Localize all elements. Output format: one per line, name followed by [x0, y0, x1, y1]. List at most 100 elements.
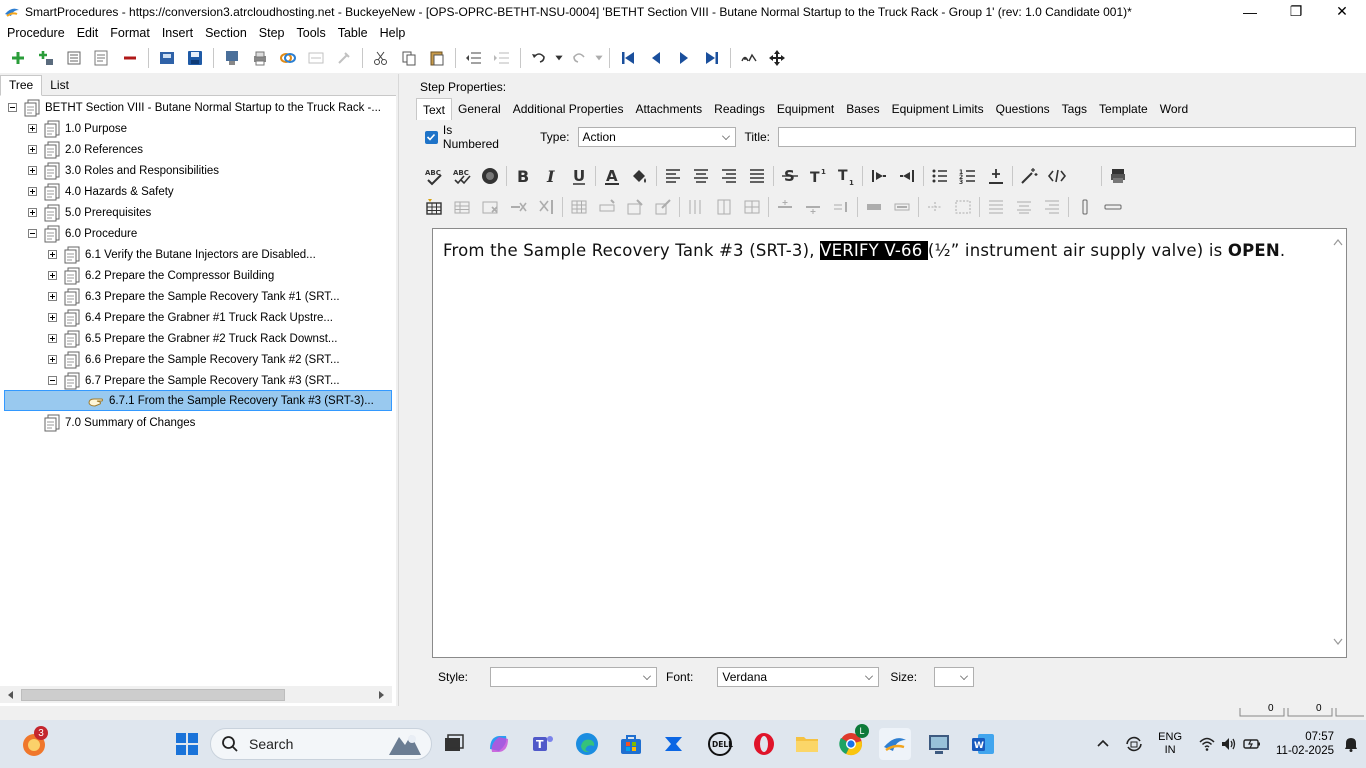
tree-node-step-selected[interactable]: 6.7.1 From the Sample Recovery Tank #3 (…: [4, 390, 392, 411]
underline-icon[interactable]: U: [565, 163, 593, 189]
tab-tree[interactable]: Tree: [0, 75, 43, 96]
spellcheck-all-icon[interactable]: ABC: [448, 163, 476, 189]
insert-column-left-icon[interactable]: [682, 194, 710, 220]
tab-attachments[interactable]: Attachments: [629, 98, 708, 120]
chrome-icon[interactable]: L: [835, 724, 869, 760]
is-numbered-checkbox[interactable]: [425, 130, 438, 144]
tab-bases[interactable]: Bases: [840, 98, 885, 120]
tab-tags[interactable]: Tags: [1056, 98, 1093, 120]
align-bottom-icon[interactable]: [1038, 194, 1066, 220]
edit-cell-icon[interactable]: [649, 194, 677, 220]
italic-icon[interactable]: I: [537, 163, 565, 189]
tree-node-section[interactable]: 6.0 Procedure: [28, 223, 137, 244]
remote-desktop-icon[interactable]: [923, 728, 955, 760]
collapse-icon[interactable]: [8, 103, 17, 112]
editor-vertical-scrollbar[interactable]: [1332, 235, 1344, 653]
expand-icon[interactable]: [48, 271, 57, 280]
cut-icon[interactable]: [367, 46, 395, 70]
bullet-list-icon[interactable]: [926, 163, 954, 189]
delete-table-icon[interactable]: [476, 194, 504, 220]
size-dropdown[interactable]: [934, 667, 975, 687]
tab-equipment[interactable]: Equipment: [771, 98, 840, 120]
expand-icon[interactable]: [28, 145, 37, 154]
tree-node-subsection[interactable]: 6.4 Prepare the Grabner #1 Truck Rack Up…: [48, 307, 333, 328]
tree-node-section[interactable]: 5.0 Prerequisites: [28, 202, 151, 223]
cell-properties-icon[interactable]: [621, 194, 649, 220]
list-icon[interactable]: [60, 46, 88, 70]
align-left-icon[interactable]: [659, 163, 687, 189]
copy-icon[interactable]: [395, 46, 423, 70]
close-button[interactable]: ✕: [1319, 0, 1365, 23]
smartprocedures-taskbar-icon[interactable]: [879, 728, 911, 760]
collapse-icon[interactable]: [48, 376, 57, 385]
language-indicator[interactable]: ENG IN: [1158, 731, 1182, 757]
first-icon[interactable]: [614, 46, 642, 70]
open-icon[interactable]: [153, 46, 181, 70]
font-color-icon[interactable]: A: [598, 163, 626, 189]
tree-node-subsection[interactable]: 6.7 Prepare the Sample Recovery Tank #3 …: [48, 370, 340, 391]
bold-icon[interactable]: B: [509, 163, 537, 189]
style-dropdown[interactable]: [490, 667, 658, 687]
expand-icon[interactable]: [28, 187, 37, 196]
menu-format[interactable]: Format: [104, 26, 156, 40]
tree-node-subsection[interactable]: 6.3 Prepare the Sample Recovery Tank #1 …: [48, 286, 340, 307]
subscript-icon[interactable]: T1: [832, 163, 860, 189]
power-automate-icon[interactable]: [659, 728, 691, 760]
align-middle-icon[interactable]: [1010, 194, 1038, 220]
menu-procedure[interactable]: Procedure: [0, 26, 71, 40]
merge-cells-icon[interactable]: [738, 194, 766, 220]
tab-word[interactable]: Word: [1154, 98, 1194, 120]
menu-section[interactable]: Section: [199, 26, 253, 40]
scroll-right-icon[interactable]: [378, 690, 386, 700]
tree-node-section[interactable]: 3.0 Roles and Responsibilities: [28, 160, 219, 181]
menu-step[interactable]: Step: [253, 26, 291, 40]
form-icon[interactable]: [302, 46, 330, 70]
remove-icon[interactable]: [116, 46, 144, 70]
copilot-icon[interactable]: [483, 728, 515, 760]
undo-icon[interactable]: [525, 46, 553, 70]
row-properties-icon[interactable]: [593, 194, 621, 220]
print-preview-icon[interactable]: [1104, 163, 1132, 189]
magic-wand-icon[interactable]: [1015, 163, 1043, 189]
tree-node-root[interactable]: BETHT Section VIII - Butane Normal Start…: [8, 97, 381, 118]
start-icon[interactable]: [171, 728, 203, 760]
horizontal-spacer-icon[interactable]: [1099, 194, 1127, 220]
save-icon[interactable]: [181, 46, 209, 70]
insert-table-icon[interactable]: [420, 194, 448, 220]
previous-icon[interactable]: [642, 46, 670, 70]
spellcheck-icon[interactable]: ABC: [420, 163, 448, 189]
expand-icon[interactable]: [48, 355, 57, 364]
print-icon[interactable]: [246, 46, 274, 70]
expand-icon[interactable]: [28, 166, 37, 175]
tree-node-subsection[interactable]: 6.1 Verify the Butane Injectors are Disa…: [48, 244, 316, 265]
tab-equipment-limits[interactable]: Equipment Limits: [886, 98, 990, 120]
tab-additional-properties[interactable]: Additional Properties: [507, 98, 630, 120]
copilot-widget-icon[interactable]: 3: [18, 726, 50, 760]
clock[interactable]: 07:57 11-02-2025: [1276, 730, 1334, 758]
notifications-icon[interactable]: [1342, 735, 1360, 753]
border-icon[interactable]: [921, 194, 949, 220]
spellcheck-icon[interactable]: [735, 46, 763, 70]
expand-icon[interactable]: [28, 124, 37, 133]
vertical-spacer-icon[interactable]: [1071, 194, 1099, 220]
store-icon[interactable]: [615, 728, 647, 760]
wifi-icon[interactable]: [1198, 735, 1216, 753]
paste-icon[interactable]: [423, 46, 451, 70]
battery-icon[interactable]: [1242, 735, 1262, 753]
insert-row-above-icon[interactable]: [771, 194, 799, 220]
redo-icon[interactable]: [565, 46, 593, 70]
pane-splitter[interactable]: [398, 74, 406, 706]
add-child-icon[interactable]: [32, 46, 60, 70]
menu-help[interactable]: Help: [374, 26, 412, 40]
align-justify-icon[interactable]: [743, 163, 771, 189]
minimize-button[interactable]: —: [1227, 0, 1273, 23]
expand-icon[interactable]: [48, 313, 57, 322]
move-icon[interactable]: [763, 46, 791, 70]
step-text-editor[interactable]: From the Sample Recovery Tank #3 (SRT-3)…: [432, 228, 1347, 658]
column-width-icon[interactable]: [888, 194, 916, 220]
align-top-icon[interactable]: [982, 194, 1010, 220]
tools-icon[interactable]: [330, 46, 358, 70]
task-view-icon[interactable]: [438, 728, 470, 760]
align-center-icon[interactable]: [687, 163, 715, 189]
tab-list[interactable]: List: [42, 76, 77, 95]
